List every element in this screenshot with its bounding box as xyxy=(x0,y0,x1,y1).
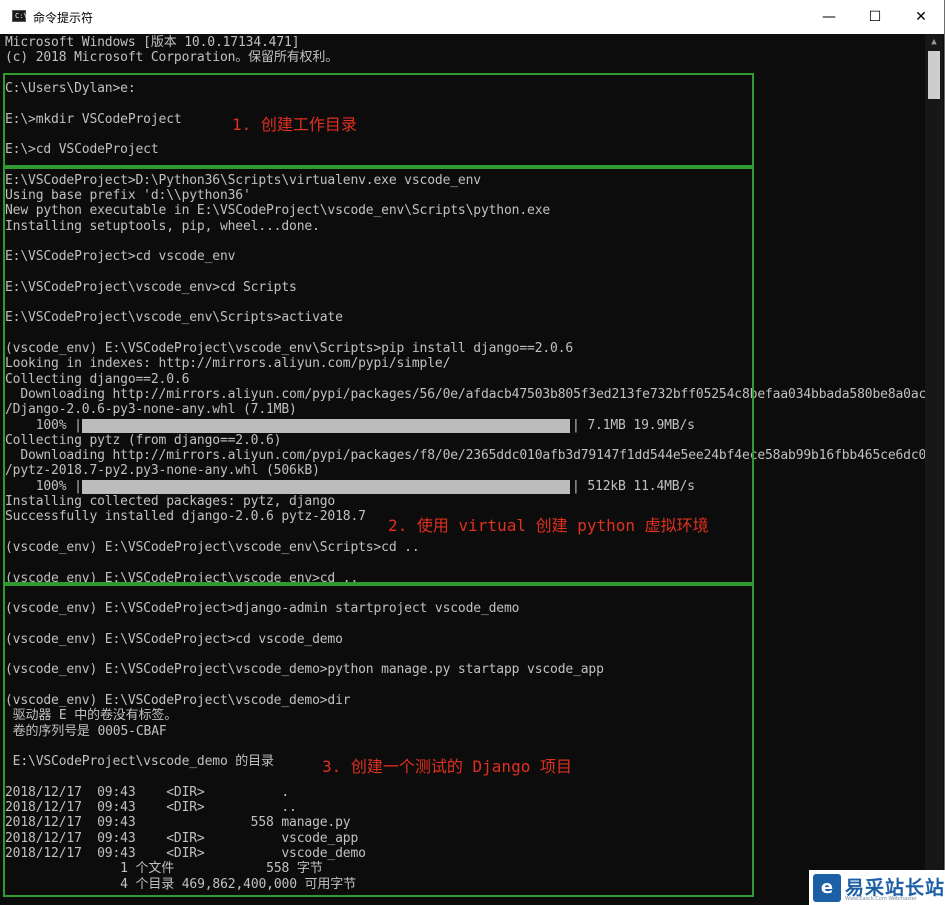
maximize-button[interactable]: ☐ xyxy=(852,0,898,34)
watermark-sub: Www.Easck.Com Webmaster xyxy=(845,896,917,902)
console-line: Microsoft Windows [版本 10.0.17134.471] xyxy=(5,35,300,50)
maximize-icon: ☐ xyxy=(868,9,882,25)
minimize-button[interactable]: — xyxy=(806,0,852,34)
step1-frame xyxy=(3,73,754,167)
watermark-badge-icon: e xyxy=(813,874,841,902)
watermark-logo: e 易采站长站 Www.Easck.Com Webmaster xyxy=(809,870,945,905)
minimize-icon: — xyxy=(822,9,836,25)
title-bar[interactable]: C:\ 命令提示符 — ☐ ✕ xyxy=(0,0,944,34)
cmd-app-icon: C:\ xyxy=(12,10,28,22)
close-button[interactable]: ✕ xyxy=(898,0,944,34)
step3-frame xyxy=(3,584,754,897)
step2-annotation: 2. 使用 virtual 创建 python 虚拟环境 xyxy=(388,516,709,535)
vertical-scrollbar[interactable]: ▲ xyxy=(925,34,943,905)
scroll-up-arrow-icon[interactable]: ▲ xyxy=(925,34,943,50)
scrollbar-thumb[interactable] xyxy=(928,51,940,99)
step3-annotation: 3. 创建一个测试的 Django 项目 xyxy=(322,757,572,776)
cmd-app-icon-text: C:\ xyxy=(15,12,28,20)
window-title: 命令提示符 xyxy=(33,11,94,25)
step1-annotation: 1. 创建工作目录 xyxy=(232,115,357,134)
console-line: (c) 2018 Microsoft Corporation。保留所有权利。 xyxy=(5,50,339,66)
close-icon: ✕ xyxy=(915,9,927,25)
